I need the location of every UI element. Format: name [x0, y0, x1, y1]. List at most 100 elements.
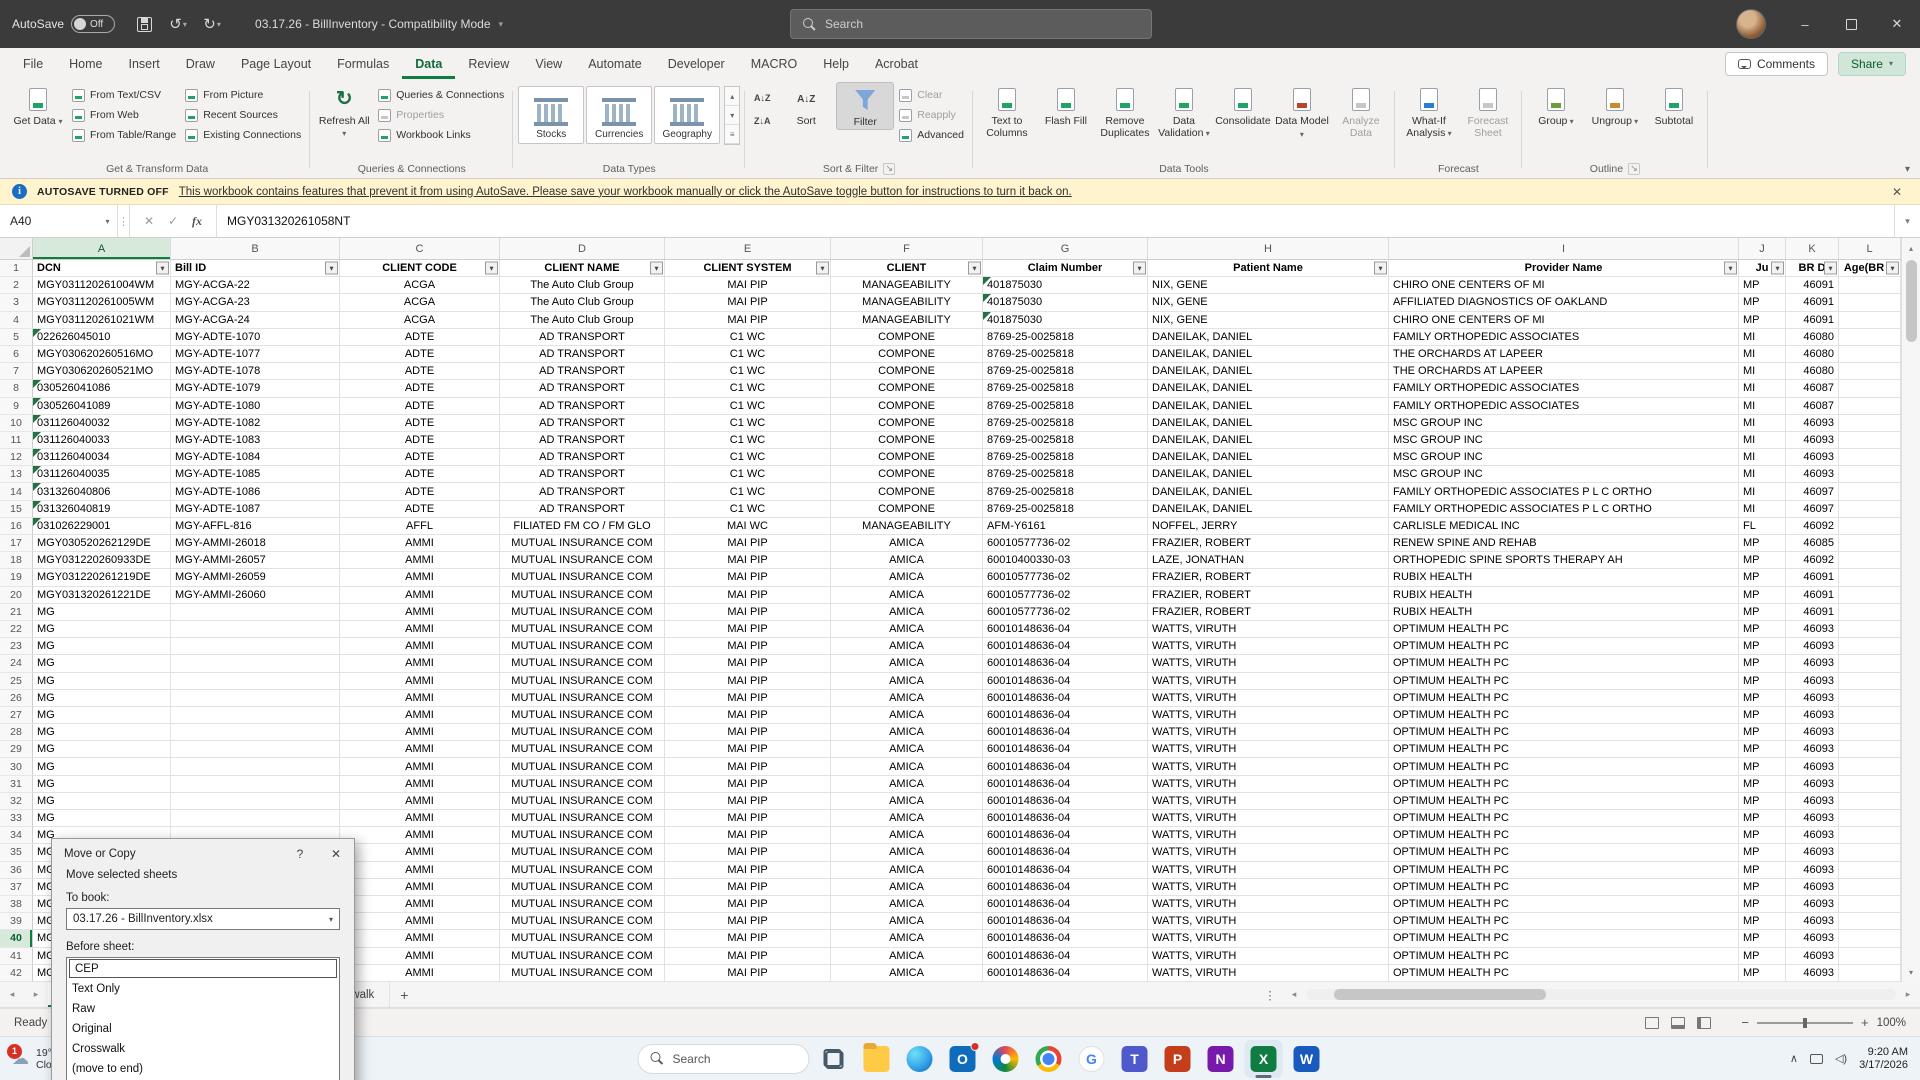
cell[interactable]: MGY031120261005WM — [33, 294, 171, 311]
ribbon-button-subtotal[interactable]: Subtotal — [1645, 82, 1703, 128]
cell[interactable]: MUTUAL INSURANCE COM — [500, 913, 665, 930]
cell[interactable]: MG — [33, 810, 171, 827]
cell[interactable]: AMICA — [831, 965, 983, 982]
cell[interactable]: 8769-25-0025818 — [983, 483, 1148, 500]
filter-dropdown-icon[interactable]: ▾ — [650, 262, 663, 275]
cell[interactable]: DANEILAK, DANIEL — [1148, 398, 1389, 415]
row-number[interactable]: 27 — [0, 707, 33, 724]
cell[interactable]: DANEILAK, DANIEL — [1148, 483, 1389, 500]
row-number[interactable]: 40 — [0, 930, 33, 947]
cell[interactable]: MAI PIP — [665, 535, 831, 552]
name-box[interactable]: A40 — [0, 205, 98, 237]
cell[interactable]: ADTE — [340, 501, 500, 518]
row-number[interactable]: 2 — [0, 277, 33, 294]
cell[interactable]: AMMI — [340, 741, 500, 758]
warning-close-icon[interactable]: ✕ — [1886, 185, 1908, 199]
column-header-d[interactable]: D — [500, 238, 665, 259]
cell[interactable]: WATTS, VIRUTH — [1148, 758, 1389, 775]
scroll-down-icon[interactable]: ▾ — [1909, 964, 1913, 980]
cell[interactable]: 46093 — [1786, 415, 1839, 432]
cell[interactable]: 46093 — [1786, 707, 1839, 724]
cell[interactable]: FRAZIER, ROBERT — [1148, 569, 1389, 586]
cell[interactable]: 60010148636-04 — [983, 827, 1148, 844]
cell[interactable]: OPTIMUM HEALTH PC — [1389, 690, 1739, 707]
cell[interactable]: AMMI — [340, 707, 500, 724]
cell[interactable]: AD TRANSPORT — [500, 398, 665, 415]
cell[interactable]: MG — [33, 638, 171, 655]
cell[interactable]: MGY-AMMI-26018 — [171, 535, 340, 552]
cell[interactable]: MAI PIP — [665, 913, 831, 930]
ribbon-tab-review[interactable]: Review — [455, 48, 522, 79]
cell[interactable]: OPTIMUM HEALTH PC — [1389, 724, 1739, 741]
cell[interactable]: AD TRANSPORT — [500, 466, 665, 483]
cell[interactable]: CHIRO ONE CENTERS OF MI — [1389, 312, 1739, 329]
cell[interactable]: COMPONE — [831, 449, 983, 466]
hscroll-right-icon[interactable]: ▸ — [1896, 982, 1920, 1007]
ribbon-button-existing-connections[interactable]: Existing Connections — [181, 126, 305, 144]
before-sheet-option-raw[interactable]: Raw — [67, 999, 339, 1019]
cell[interactable]: MUTUAL INSURANCE COM — [500, 810, 665, 827]
cell[interactable]: MAI PIP — [665, 655, 831, 672]
cell[interactable]: DANEILAK, DANIEL — [1148, 329, 1389, 346]
cell[interactable]: 46093 — [1786, 758, 1839, 775]
cell[interactable]: MANAGEABILITY — [831, 518, 983, 535]
cell[interactable]: AMMI — [340, 879, 500, 896]
cell[interactable]: MP — [1739, 758, 1786, 775]
cell[interactable] — [1839, 844, 1901, 861]
cell[interactable]: AMICA — [831, 690, 983, 707]
row-number[interactable]: 20 — [0, 587, 33, 604]
cell[interactable]: COMPONE — [831, 501, 983, 518]
cell[interactable]: AD TRANSPORT — [500, 346, 665, 363]
cell[interactable]: 46093 — [1786, 621, 1839, 638]
cell[interactable]: 46091 — [1786, 587, 1839, 604]
cell[interactable]: 46093 — [1786, 862, 1839, 879]
cell[interactable] — [1839, 535, 1901, 552]
cell[interactable]: WATTS, VIRUTH — [1148, 655, 1389, 672]
cell[interactable] — [1839, 810, 1901, 827]
autosave-toggle[interactable]: AutoSave Off — [0, 15, 127, 33]
cell[interactable]: RUBIX HEALTH — [1389, 604, 1739, 621]
cell[interactable]: NIX, GENE — [1148, 312, 1389, 329]
ribbon-button-recent-sources[interactable]: Recent Sources — [181, 106, 305, 124]
cell[interactable]: OPTIMUM HEALTH PC — [1389, 741, 1739, 758]
filter-dropdown-icon[interactable]: ▾ — [1886, 262, 1899, 275]
row-number[interactable]: 22 — [0, 621, 33, 638]
cell[interactable]: OPTIMUM HEALTH PC — [1389, 638, 1739, 655]
cell[interactable] — [1839, 587, 1901, 604]
cell[interactable]: WATTS, VIRUTH — [1148, 741, 1389, 758]
row-number[interactable]: 30 — [0, 758, 33, 775]
data-type-currencies[interactable]: Currencies — [586, 86, 652, 144]
name-box-dropdown-icon[interactable]: ▾ — [98, 205, 118, 237]
expand-formula-bar-icon[interactable]: ▾ — [1894, 205, 1920, 237]
cell[interactable]: 46093 — [1786, 432, 1839, 449]
cell[interactable]: AMICA — [831, 552, 983, 569]
cell[interactable]: COMPONE — [831, 346, 983, 363]
cell[interactable]: AMICA — [831, 827, 983, 844]
ribbon-button-what-if-analysis[interactable]: What-If Analysis ▾ — [1400, 82, 1458, 141]
ribbon-tab-page-layout[interactable]: Page Layout — [228, 48, 324, 79]
cell[interactable]: MAI PIP — [665, 552, 831, 569]
cell[interactable]: C1 WC — [665, 483, 831, 500]
ribbon-button-reapply[interactable]: Reapply — [895, 106, 968, 124]
column-header-b[interactable]: B — [171, 238, 340, 259]
cell[interactable]: AMICA — [831, 604, 983, 621]
cell[interactable]: MUTUAL INSURANCE COM — [500, 638, 665, 655]
cell[interactable]: MP — [1739, 707, 1786, 724]
cell[interactable] — [1839, 913, 1901, 930]
cell[interactable]: OPTIMUM HEALTH PC — [1389, 913, 1739, 930]
cell[interactable]: AFFILIATED DIAGNOSTICS OF OAKLAND — [1389, 294, 1739, 311]
ribbon-button-flash-fill[interactable]: Flash Fill — [1037, 82, 1095, 128]
cell[interactable]: 46091 — [1786, 294, 1839, 311]
column-header-c[interactable]: C — [340, 238, 500, 259]
cell[interactable] — [1839, 776, 1901, 793]
cell[interactable]: MI — [1739, 483, 1786, 500]
to-book-dropdown[interactable]: 03.17.26 - BillInventory.xlsx▾ — [66, 908, 340, 930]
powerpoint-app-button[interactable]: P — [1159, 1040, 1197, 1078]
cell[interactable]: MGY031120261021WM — [33, 312, 171, 329]
cell[interactable]: OPTIMUM HEALTH PC — [1389, 965, 1739, 982]
cell[interactable] — [1839, 552, 1901, 569]
save-button[interactable] — [127, 7, 161, 41]
cell[interactable]: C1 WC — [665, 398, 831, 415]
cell[interactable] — [1839, 398, 1901, 415]
cell[interactable]: MUTUAL INSURANCE COM — [500, 724, 665, 741]
